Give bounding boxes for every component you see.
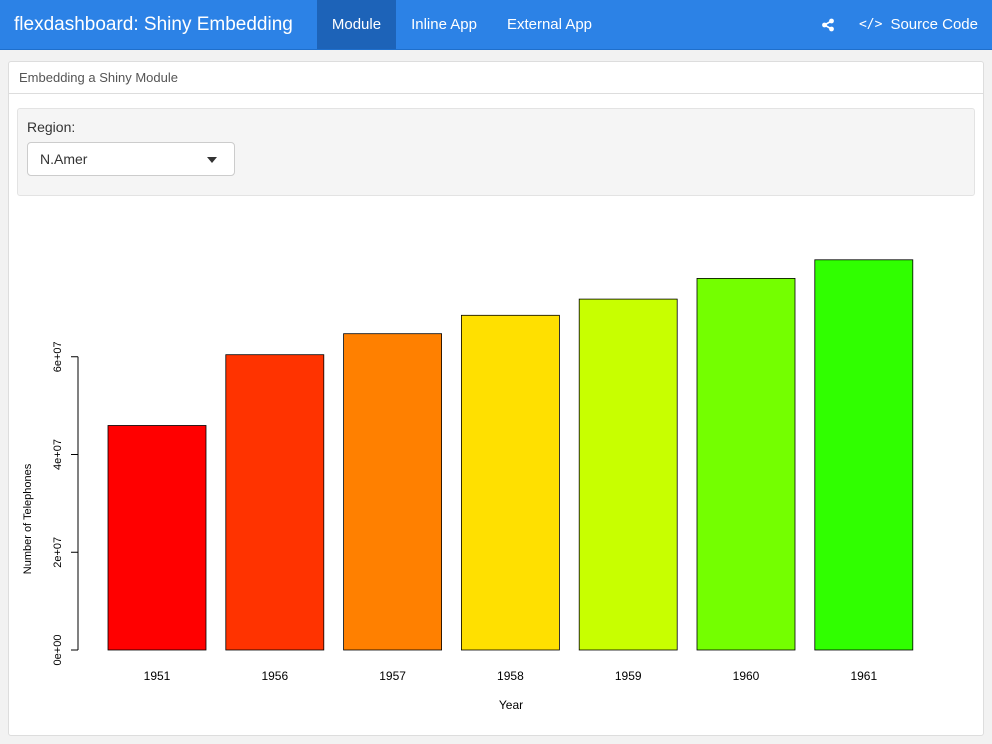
module-card: Embedding a Shiny Module Region: N.Amer …: [8, 61, 984, 736]
x-tick-label: 1951: [144, 669, 171, 683]
share-button[interactable]: [803, 0, 853, 49]
x-tick-label: 1961: [850, 669, 877, 683]
bar-1958: [460, 314, 560, 651]
y-tick-label: 4e+07: [52, 439, 64, 470]
x-tick-label: 1956: [261, 669, 288, 683]
region-select[interactable]: N.Amer: [27, 142, 235, 176]
navbar: flexdashboard: Shiny Embedding Module In…: [0, 0, 992, 50]
x-tick-label: 1958: [497, 669, 524, 683]
nav-right: </> Source Code: [803, 0, 992, 49]
region-label: Region:: [27, 119, 76, 135]
caret-down-icon: [207, 157, 217, 163]
bar-1959: [578, 298, 678, 651]
bar-1960: [696, 278, 796, 651]
nav-tabs: Module Inline App External App: [316, 0, 607, 49]
y-tick-label: 6e+07: [52, 341, 64, 372]
tab-external-app[interactable]: External App: [492, 0, 607, 49]
y-axis: 0e+00 2e+07 4e+07 6e+07: [52, 341, 79, 666]
x-tick-label: 1959: [615, 669, 642, 683]
x-axis-label: Year: [499, 698, 523, 712]
region-selected-value: N.Amer: [40, 151, 88, 167]
y-axis-label: Number of Telephones: [22, 463, 34, 574]
source-code-button[interactable]: </> Source Code: [853, 0, 992, 49]
bar-1957: [343, 333, 443, 651]
x-tick-label: 1957: [379, 669, 406, 683]
x-tick-label: 1960: [733, 669, 760, 683]
bars-group: [107, 259, 914, 651]
source-code-label: Source Code: [890, 16, 978, 33]
bar-1951: [107, 425, 207, 651]
tab-inline-app[interactable]: Inline App: [396, 0, 492, 49]
plot-area: 1951 1956 1957 1958 1959 1960 1961 0e+00 2e+07 4…: [9, 202, 983, 732]
tab-module[interactable]: Module: [316, 0, 397, 49]
card-title: Embedding a Shiny Module: [9, 62, 983, 94]
x-tick-labels: 1951 1956 1957 1958 1959 1960 1961: [144, 669, 878, 683]
y-tick-label: 0e+00: [52, 635, 64, 666]
bar-1961: [814, 259, 914, 651]
app-title[interactable]: flexdashboard: Shiny Embedding: [0, 0, 317, 49]
share-icon: [822, 18, 834, 31]
code-icon: </>: [858, 17, 883, 32]
region-input-panel: Region: N.Amer: [17, 108, 975, 196]
y-tick-label: 2e+07: [52, 537, 64, 568]
bar-1956: [225, 354, 325, 651]
telephones-bar-chart: 1951 1956 1957 1958 1959 1960 1961 0e+00 2e+07 4…: [22, 259, 914, 712]
